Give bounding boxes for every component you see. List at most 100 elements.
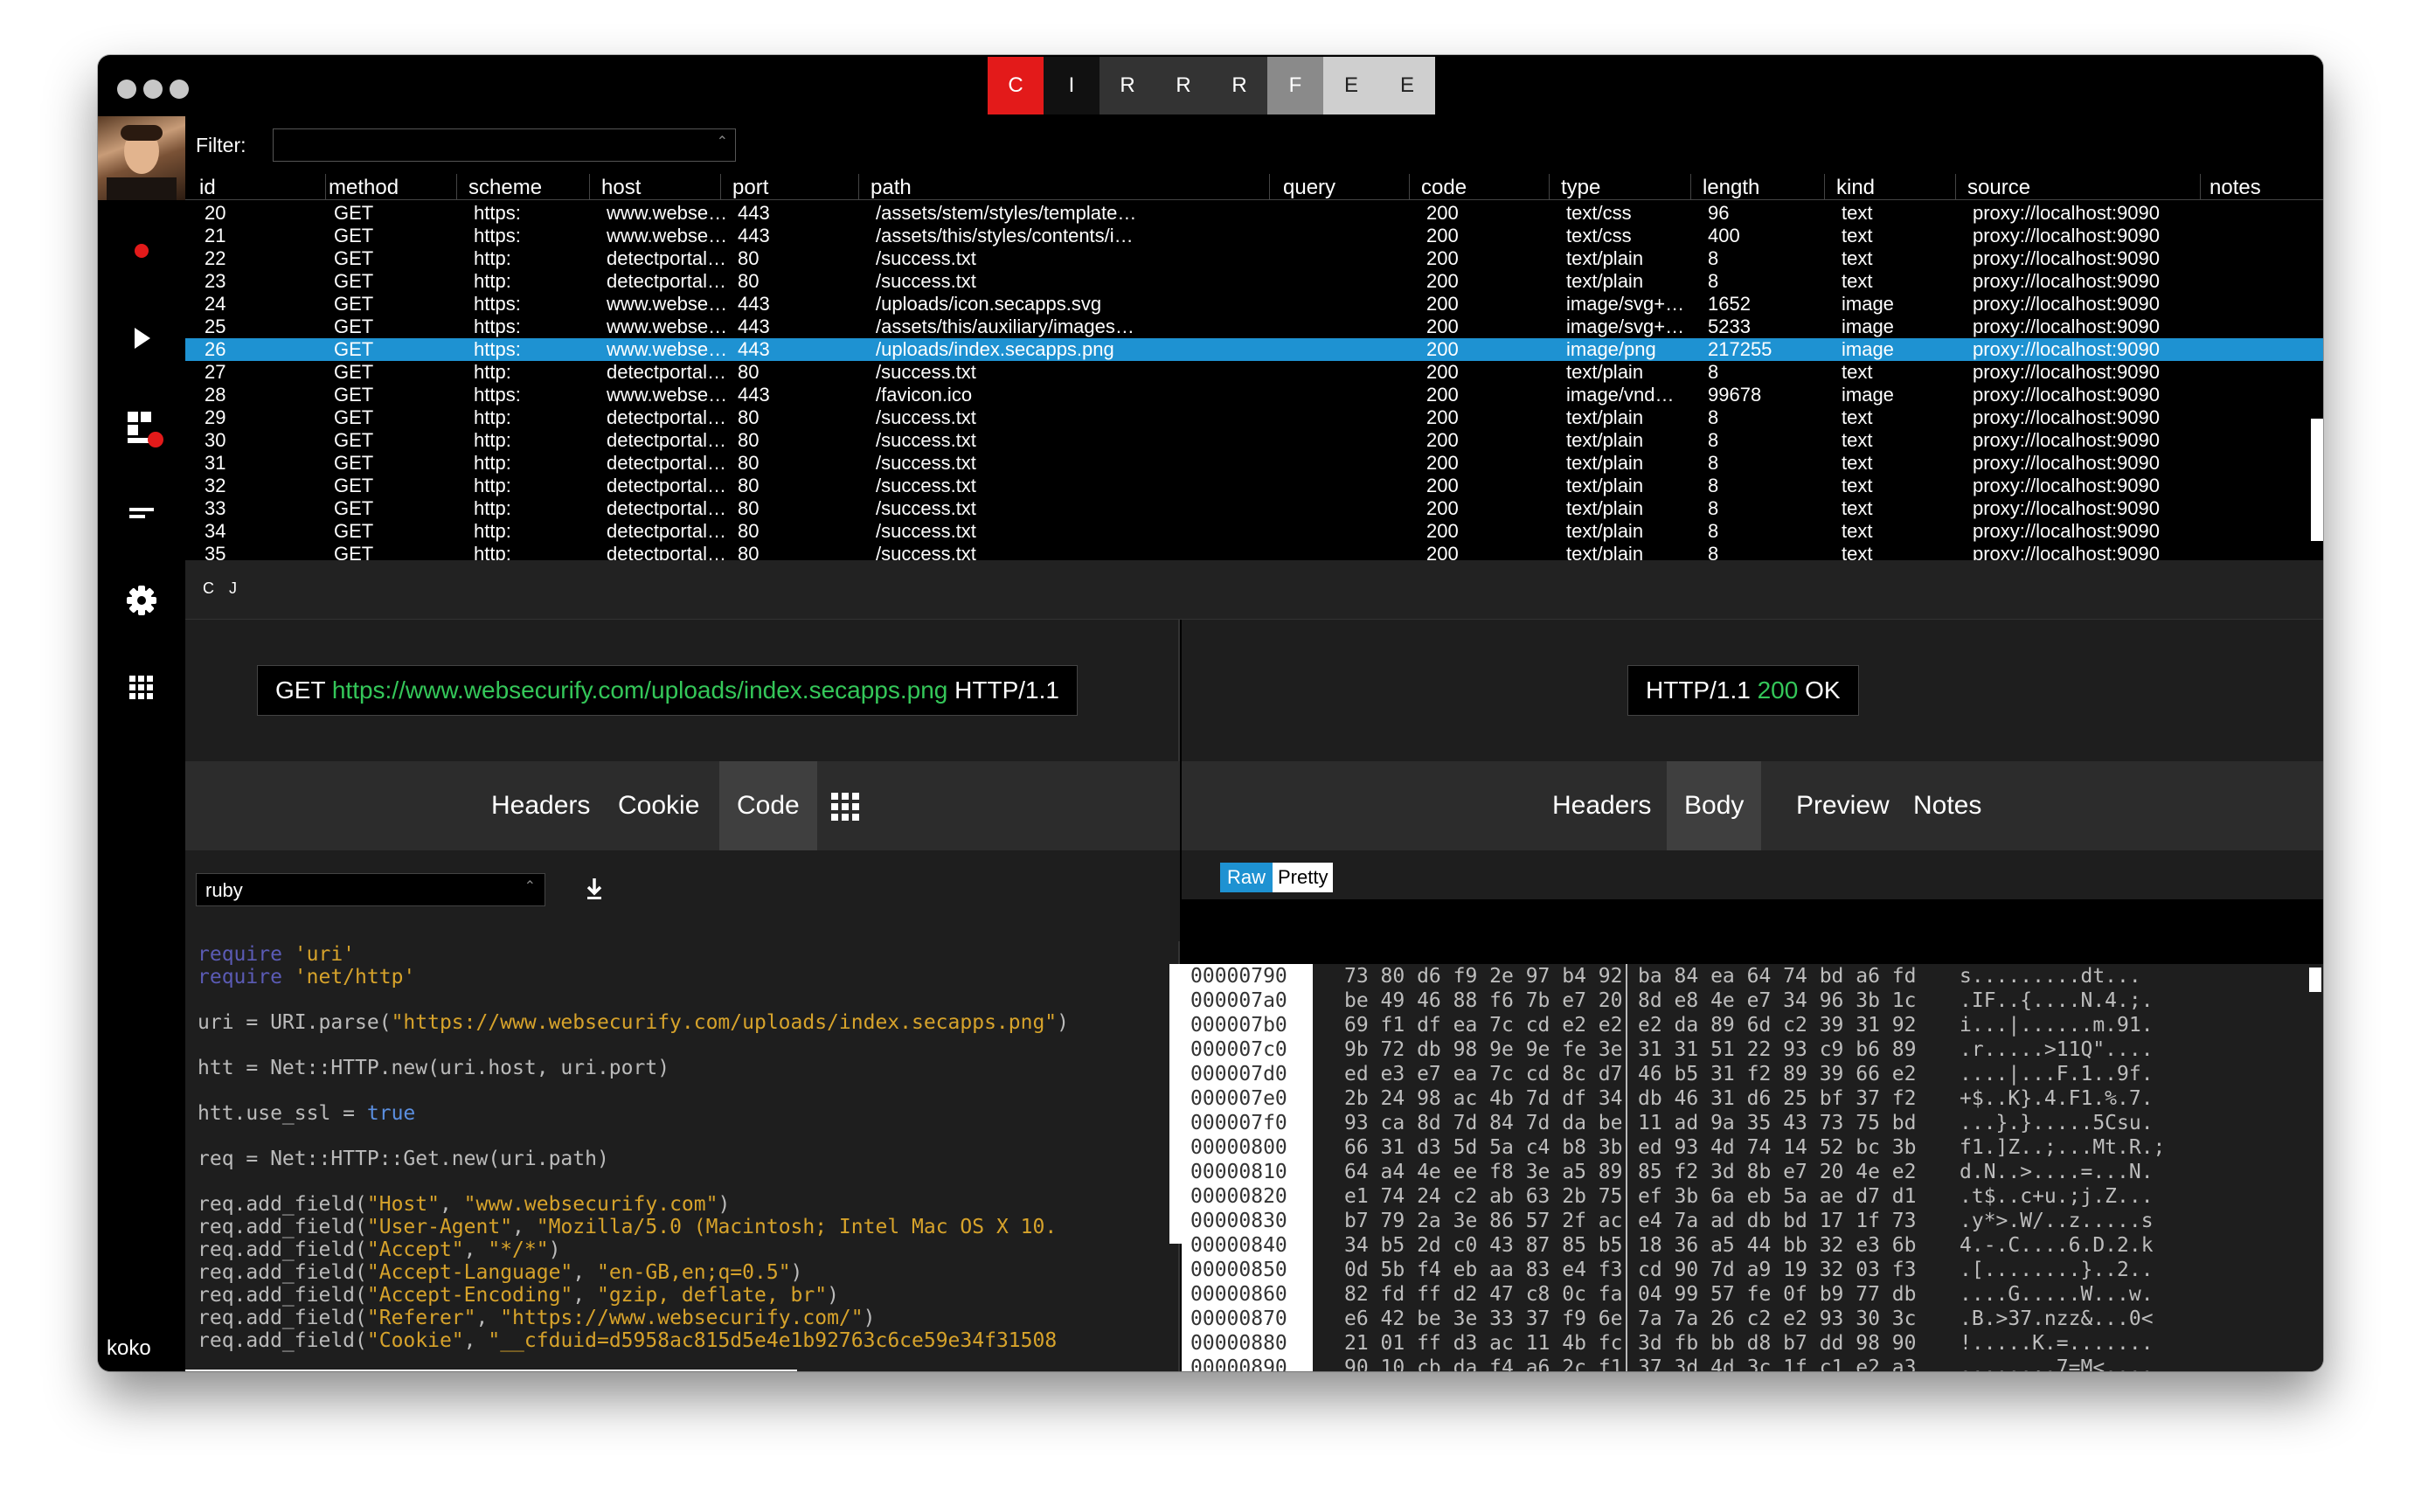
- column-header-id[interactable]: id: [199, 176, 216, 200]
- hex-viewer[interactable]: 00000790 73 80 d6 f9 2e 97 b4 92 ba 84 ea …: [1182, 964, 2323, 1371]
- filter-label: Filter:: [196, 134, 246, 156]
- play-icon[interactable]: [124, 321, 159, 356]
- column-header-port[interactable]: port: [732, 176, 768, 200]
- table-row[interactable]: 33 GET http: detectportal… 80/success.txt 200…: [185, 497, 2323, 520]
- table-row[interactable]: 26 GET https: www.webse… 443/uploads/index.s…: [185, 338, 2323, 361]
- table-row[interactable]: 32 GET http: detectportal… 80/success.txt 200…: [185, 475, 2323, 497]
- request-url[interactable]: https://www.websecurify.com/uploads/inde…: [332, 676, 948, 704]
- table-row[interactable]: 35 GET http: detectportal… 80/success.txt 200…: [185, 543, 2323, 560]
- column-header-method[interactable]: method: [329, 176, 399, 200]
- minimize-window-button[interactable]: [143, 80, 163, 99]
- column-header-kind[interactable]: kind: [1836, 176, 1875, 200]
- column-divider[interactable]: [325, 174, 326, 200]
- cell-port: 443: [738, 293, 770, 315]
- code-editor[interactable]: require 'uri' require 'net/http' uri = URI…: [185, 943, 1171, 1354]
- column-divider[interactable]: [589, 174, 590, 200]
- request-line: GET https://www.websecurify.com/uploads/…: [257, 665, 1078, 716]
- tool-tab-1[interactable]: I: [1044, 57, 1100, 114]
- table-row[interactable]: 22 GET http: detectportal… 80/success.txt 200…: [185, 247, 2323, 270]
- tool-tab-3[interactable]: R: [1155, 57, 1211, 114]
- cell-scheme: http:: [474, 429, 511, 451]
- column-header-code[interactable]: code: [1421, 176, 1467, 200]
- column-divider[interactable]: [1690, 174, 1691, 200]
- tab-request-cookie[interactable]: Cookie: [600, 761, 717, 850]
- tool-tab-7[interactable]: E: [1379, 57, 1435, 114]
- table-row[interactable]: 30 GET http: detectportal… 80/success.txt 200…: [185, 429, 2323, 452]
- table-row[interactable]: 28 GET https: www.webse… 443/favicon.ico 200 i…: [185, 384, 2323, 406]
- column-header-query[interactable]: query: [1283, 176, 1335, 200]
- pretty-view-button[interactable]: Pretty: [1273, 863, 1334, 892]
- column-header-type[interactable]: type: [1561, 176, 1600, 200]
- column-divider[interactable]: [1824, 174, 1825, 200]
- filter-input[interactable]: ⌃: [273, 128, 736, 162]
- tool-tab-0[interactable]: C: [988, 57, 1044, 114]
- table-row[interactable]: 21 GET https: www.webse… 443/assets/this/sty…: [185, 225, 2323, 247]
- maximize-window-button[interactable]: [170, 80, 189, 99]
- table-row[interactable]: 20 GET https: www.webse… 443/assets/stem/sty…: [185, 202, 2323, 225]
- response-tabs: Headers Body Preview Notes: [1182, 761, 2323, 850]
- tooltab-c[interactable]: C: [203, 579, 214, 598]
- tab-response-body[interactable]: Body: [1667, 761, 1762, 850]
- column-header-host[interactable]: host: [601, 176, 641, 200]
- column-header-scheme[interactable]: scheme: [468, 176, 542, 200]
- list-icon[interactable]: [124, 496, 159, 531]
- cell-kind: image: [1842, 293, 1894, 315]
- cell-length: 99678: [1708, 384, 1762, 406]
- hex-ascii: ....|...F.1..9f.: [1960, 1063, 2154, 1085]
- column-divider[interactable]: [858, 174, 859, 200]
- table-scrollbar[interactable]: [2311, 419, 2323, 541]
- tool-tab-4[interactable]: R: [1211, 57, 1267, 114]
- record-icon[interactable]: [124, 233, 159, 268]
- column-divider[interactable]: [720, 174, 721, 200]
- tool-tab-6[interactable]: E: [1323, 57, 1379, 114]
- code-horizontal-scrollbar[interactable]: [185, 1370, 797, 1371]
- tab-request-headers[interactable]: Headers: [474, 761, 607, 850]
- hex-offset: 00000810: [1190, 1161, 1287, 1183]
- hex-bytes-right: 85 f2 3d 8b e7 20 4e e2: [1638, 1161, 1917, 1183]
- apps-grid-icon[interactable]: [124, 670, 159, 705]
- table-row[interactable]: 27 GET http: detectportal… 80/success.txt 200…: [185, 361, 2323, 384]
- cell-length: 8: [1708, 520, 1719, 542]
- cell-source: proxy://localhost:9090: [1973, 452, 2161, 474]
- cell-length: 5233: [1708, 316, 1751, 337]
- language-select[interactable]: ruby ⌃: [196, 873, 545, 906]
- column-divider[interactable]: [1955, 174, 1956, 200]
- column-header-notes[interactable]: notes: [2209, 176, 2261, 200]
- column-header-path[interactable]: path: [871, 176, 912, 200]
- table-row[interactable]: 24 GET https: www.webse… 443/uploads/icon.se…: [185, 293, 2323, 316]
- hex-ascii: .r.....>11Q"....: [1960, 1038, 2154, 1061]
- gear-icon[interactable]: [124, 583, 159, 618]
- tool-tab-5[interactable]: F: [1267, 57, 1323, 114]
- column-header-length[interactable]: length: [1703, 176, 1759, 200]
- cell-host: www.webse…: [607, 316, 728, 337]
- code-vertical-scrollbar[interactable]: [1169, 964, 1182, 1244]
- cell-scheme: https:: [474, 202, 521, 224]
- table-row[interactable]: 25 GET https: www.webse… 443/assets/this/aux…: [185, 316, 2323, 338]
- tab-response-preview[interactable]: Preview: [1779, 761, 1907, 850]
- avatar[interactable]: [98, 116, 185, 200]
- code-token: true: [366, 1102, 416, 1125]
- hex-scrollbar[interactable]: [2309, 968, 2321, 992]
- download-icon[interactable]: [577, 871, 612, 906]
- column-header-source[interactable]: source: [1967, 176, 2030, 200]
- cell-path: /success.txt: [876, 429, 976, 451]
- column-divider[interactable]: [1549, 174, 1550, 200]
- column-divider[interactable]: [1269, 174, 1270, 200]
- table-row[interactable]: 34 GET http: detectportal… 80/success.txt 200…: [185, 520, 2323, 543]
- tab-response-headers[interactable]: Headers: [1535, 761, 1668, 850]
- code-generator-grid-icon[interactable]: [821, 761, 873, 850]
- close-window-button[interactable]: [117, 80, 136, 99]
- dashboard-icon[interactable]: [124, 408, 163, 447]
- table-row[interactable]: 31 GET http: detectportal… 80/success.txt 200…: [185, 452, 2323, 475]
- table-row[interactable]: 23 GET http: detectportal… 80/success.txt 200…: [185, 270, 2323, 293]
- column-divider[interactable]: [1409, 174, 1410, 200]
- column-divider[interactable]: [456, 174, 457, 200]
- cell-code: 200: [1426, 202, 1459, 224]
- raw-view-button[interactable]: Raw: [1220, 863, 1273, 892]
- table-row[interactable]: 29 GET http: detectportal… 80/success.txt 200…: [185, 406, 2323, 429]
- tool-tab-2[interactable]: R: [1100, 57, 1155, 114]
- tab-response-notes[interactable]: Notes: [1896, 761, 1999, 850]
- tab-request-code[interactable]: Code: [719, 761, 817, 850]
- tooltab-j[interactable]: J: [229, 579, 237, 598]
- column-divider[interactable]: [2200, 174, 2201, 200]
